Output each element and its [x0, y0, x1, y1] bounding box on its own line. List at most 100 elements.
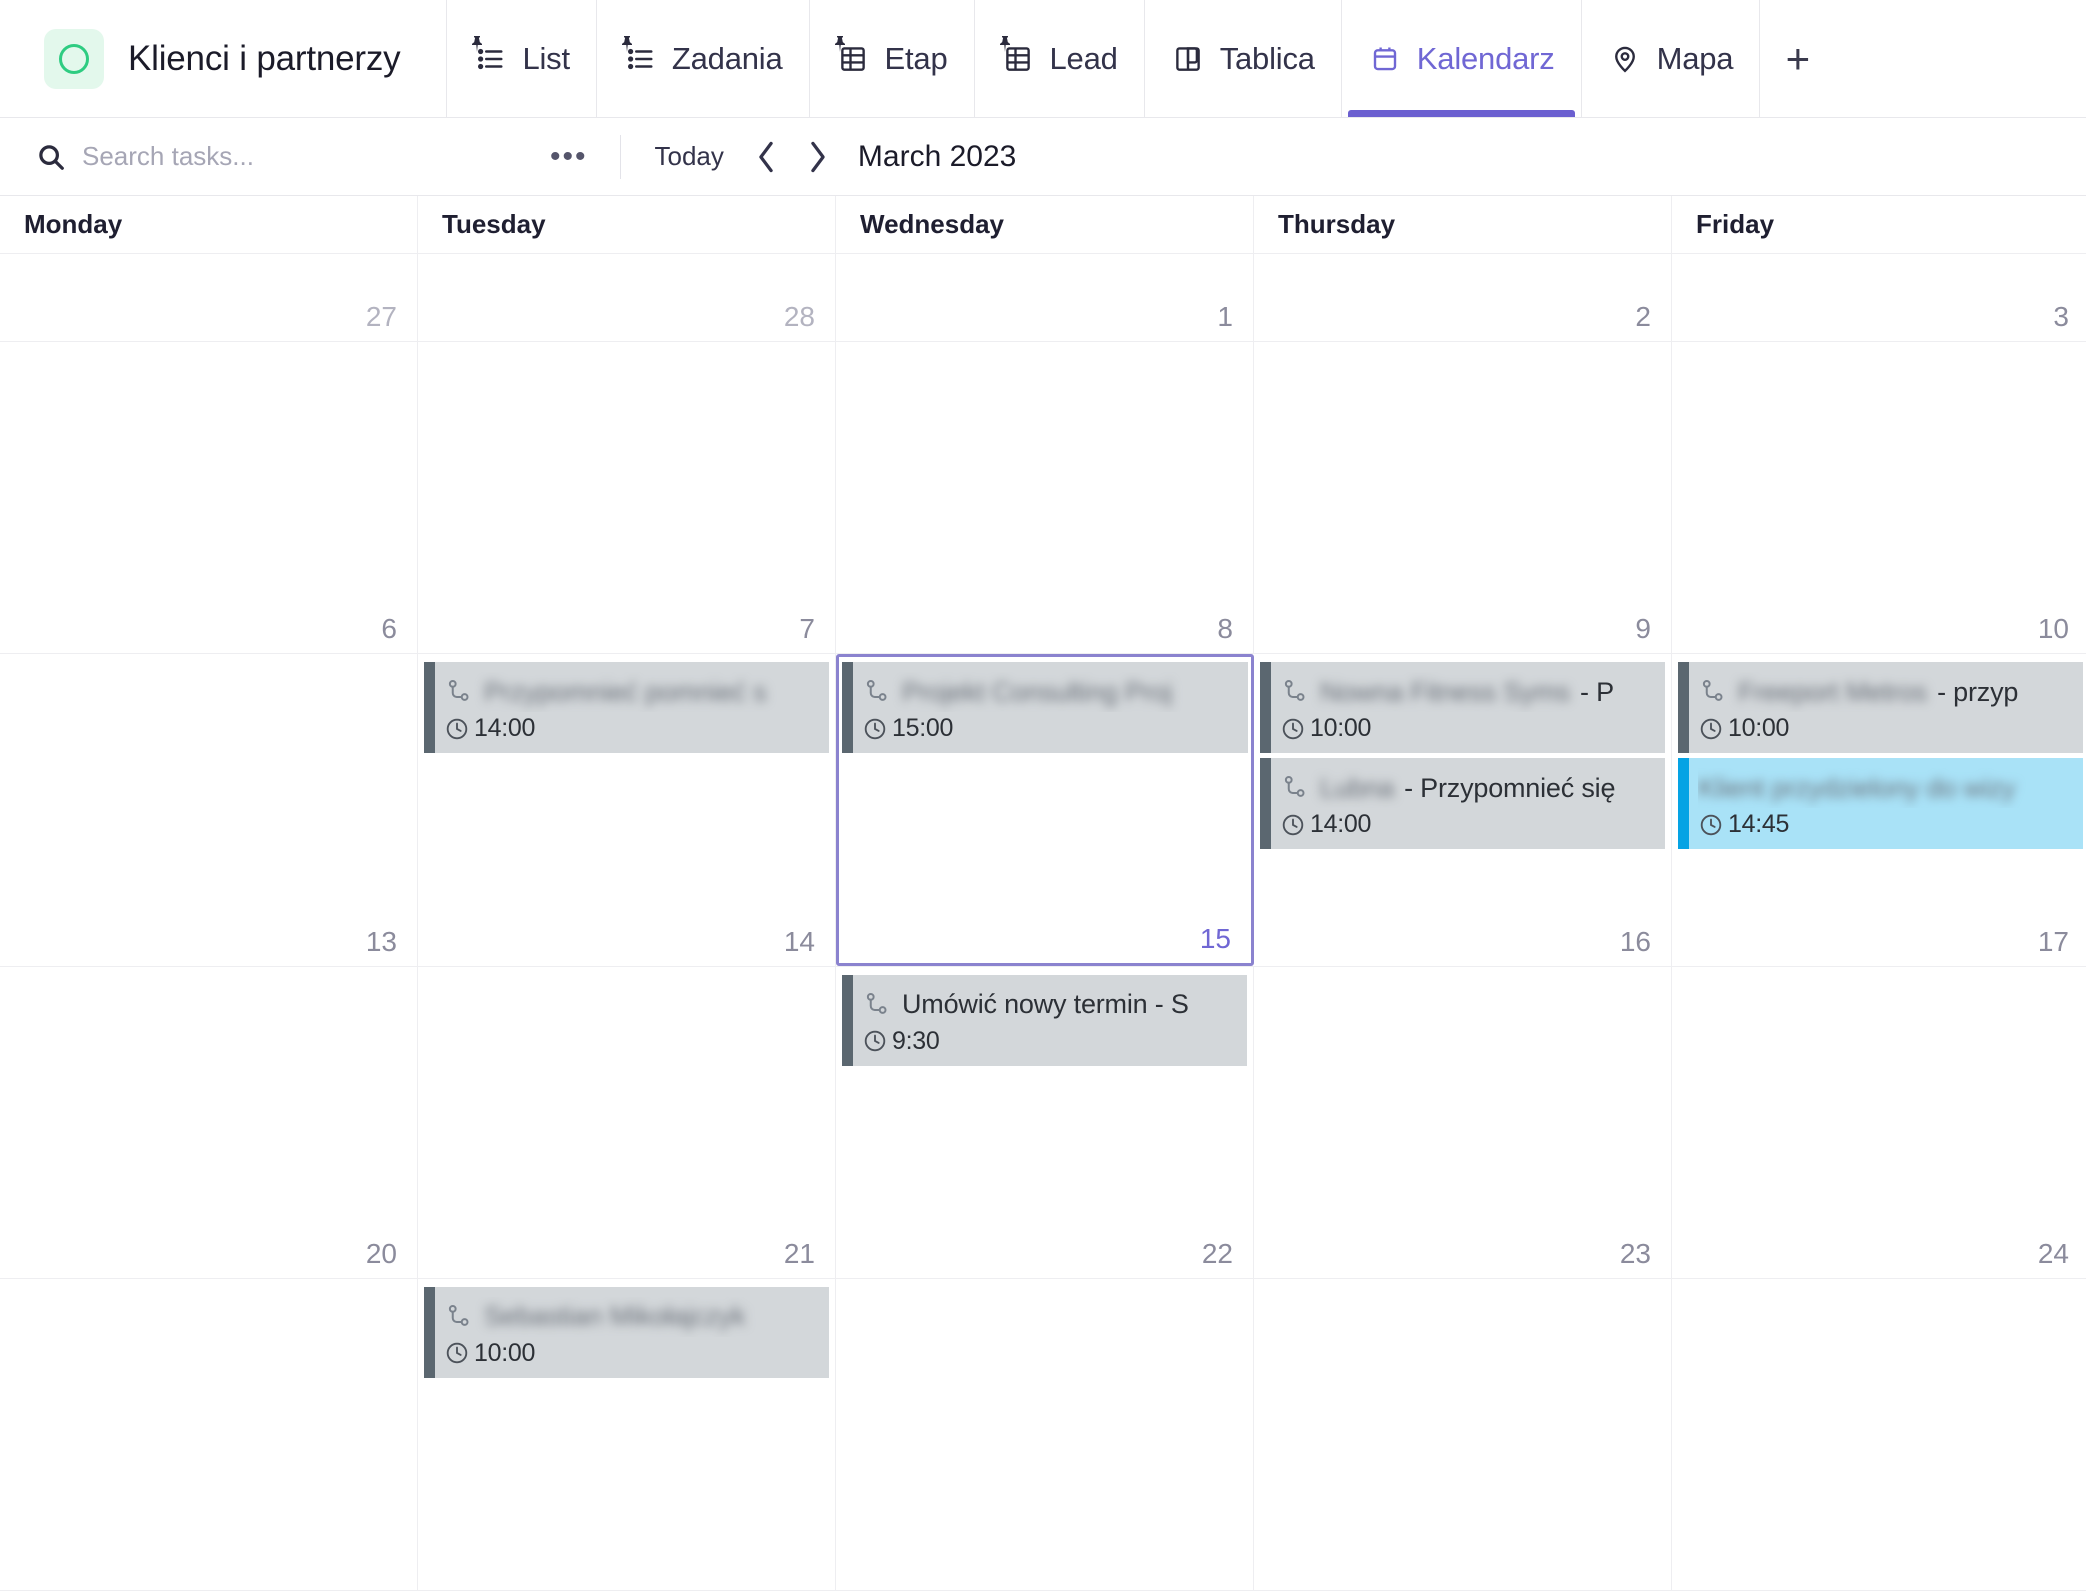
weekday-header-tuesday: Tuesday [418, 196, 836, 253]
more-options-button[interactable]: ••• [536, 141, 602, 171]
view-tabs: List Zadania Etap Lead Tablica Kalendarz… [446, 0, 1759, 117]
tab-zadania[interactable]: Zadania [595, 0, 809, 117]
clock-icon [1698, 716, 1724, 742]
day-number: 28 [783, 301, 815, 332]
day-cell[interactable] [836, 1278, 1254, 1590]
calendar-event-card[interactable]: Przypomnieć pomnieć s 14:00 [424, 662, 829, 754]
event-title-suffix: - Przypomnieć się [1404, 772, 1616, 803]
event-time: 10:00 [1728, 714, 1790, 743]
calendar-event-card[interactable]: Lubna - Przypomnieć się 14:00 [1260, 758, 1665, 850]
day-events: Projekt Consulting Proj 15:00 [842, 662, 1248, 754]
event-time-row: 10:00 [1280, 714, 1657, 743]
day-cell[interactable]: 7 [418, 342, 836, 654]
event-title-row: Lubna - Przypomnieć się [1280, 768, 1657, 808]
calendar-event-card[interactable]: Projekt Consulting Proj 15:00 [842, 662, 1248, 754]
next-period-button[interactable] [792, 131, 844, 183]
day-cell[interactable]: 6 [0, 342, 418, 654]
day-cell[interactable]: 9 [1254, 342, 1672, 654]
weekday-header-thursday: Thursday [1254, 196, 1672, 253]
day-cell[interactable]: 8 [836, 342, 1254, 654]
day-number: 8 [1217, 613, 1233, 645]
tab-kalendarz[interactable]: Kalendarz [1340, 0, 1581, 117]
today-button[interactable]: Today [639, 135, 740, 178]
day-events: Nowna Fitness Syms - P 10:00 Lubna - Prz… [1260, 662, 1665, 850]
day-number: 3 [2053, 301, 2069, 332]
tab-label: Kalendarz [1416, 40, 1555, 76]
tab-tablica[interactable]: Tablica [1143, 0, 1341, 117]
calendar-event-card[interactable]: Freeport Metros - przyp 10:00 [1678, 662, 2083, 754]
day-number: 20 [365, 1237, 397, 1269]
calendar-event-card[interactable]: Sebastian Mikołajczyk 10:00 [424, 1286, 829, 1378]
subtask-icon [862, 677, 892, 707]
clock-icon [862, 716, 888, 742]
day-number: 16 [1619, 925, 1651, 957]
clock-icon [1280, 812, 1306, 838]
day-cell[interactable]: Sebastian Mikołajczyk 10:00 [418, 1278, 836, 1590]
day-cell-today[interactable]: Projekt Consulting Proj 15:00 15 [836, 654, 1254, 966]
tab-mapa[interactable]: Mapa [1580, 0, 1760, 117]
space-brand[interactable]: Klienci i partnerzy [44, 28, 420, 89]
day-number: 15 [1199, 922, 1231, 954]
day-number: 22 [1201, 1237, 1233, 1269]
event-title-row: Projekt Consulting Proj [862, 672, 1240, 712]
day-events: Umówić nowy termin - S 9:30 [842, 974, 1247, 1066]
event-title: Nowna Fitness Syms [1320, 676, 1570, 707]
search-box[interactable] [36, 141, 476, 172]
calendar-event-card[interactable]: Umówić nowy termin - S 9:30 [842, 974, 1247, 1066]
day-number: 10 [2037, 613, 2069, 645]
day-cell[interactable]: 1 [836, 254, 1254, 341]
day-cell[interactable]: 2 [1254, 254, 1672, 341]
day-events: Przypomnieć pomnieć s 14:00 [424, 662, 829, 754]
weekday-header-monday: Monday [0, 196, 418, 253]
event-time-row: 14:45 [1698, 810, 2075, 839]
event-title: Lubna [1320, 772, 1395, 803]
event-time-row: 9:30 [862, 1027, 1239, 1056]
calendar-event-card[interactable]: Klient przydzielony do wizy 14:45 [1678, 758, 2083, 850]
day-cell[interactable]: Freeport Metros - przyp 10:00 Klient przy… [1672, 654, 2086, 965]
day-cell[interactable]: 13 [0, 654, 418, 966]
day-cell[interactable]: 20 [0, 966, 418, 1278]
table-view-icon [834, 35, 870, 79]
event-time: 14:45 [1728, 810, 1790, 839]
day-cell[interactable] [0, 1278, 418, 1590]
day-number: 23 [1619, 1237, 1651, 1269]
day-cell[interactable] [1672, 1279, 2086, 1590]
day-number: 17 [2037, 925, 2069, 957]
event-time-row: 14:00 [1280, 810, 1657, 839]
tab-list[interactable]: List [446, 0, 595, 117]
board-view-icon [1171, 39, 1205, 79]
day-number: 2 [1635, 301, 1651, 332]
day-cell[interactable]: 24 [1672, 967, 2086, 1278]
tab-label: Etap [884, 40, 948, 76]
calendar-event-card[interactable]: Nowna Fitness Syms - P 10:00 [1260, 662, 1665, 754]
event-title: Projekt Consulting Proj [902, 676, 1173, 707]
search-input[interactable] [82, 141, 476, 172]
event-title-row: Umówić nowy termin - S [862, 985, 1239, 1025]
add-view-button[interactable]: + [1759, 0, 1835, 117]
current-period-label: March 2023 [857, 139, 1017, 173]
day-cell[interactable]: Nowna Fitness Syms - P 10:00 Lubna - Prz… [1254, 654, 1672, 966]
day-cell[interactable]: 10 [1672, 342, 2086, 653]
event-title-row: Sebastian Mikołajczyk [444, 1297, 821, 1337]
day-cell[interactable] [1254, 1278, 1672, 1590]
day-number: 21 [783, 1237, 815, 1269]
map-pin-icon [1608, 39, 1642, 79]
day-cell[interactable]: Umówić nowy termin - S 9:30 22 [836, 966, 1254, 1278]
day-cell[interactable]: Przypomnieć pomnieć s 14:00 14 [418, 654, 836, 966]
day-cell[interactable]: 21 [418, 966, 836, 1278]
day-cell[interactable]: 27 [0, 254, 418, 341]
tab-etap[interactable]: Etap [808, 0, 974, 117]
tab-lead[interactable]: Lead [973, 0, 1144, 117]
prev-period-button[interactable] [740, 131, 792, 183]
day-cell[interactable]: 3 [1672, 254, 2086, 341]
subtask-icon [1280, 677, 1310, 707]
day-cell[interactable]: 23 [1254, 966, 1672, 1278]
day-cell[interactable]: 28 [418, 254, 836, 341]
top-tab-bar: Klienci i partnerzy List Zadania Etap Le… [0, 0, 2086, 118]
search-icon [36, 142, 66, 172]
calendar-week-row: 27 28 1 2 3 [0, 254, 2086, 342]
event-title-row: Nowna Fitness Syms - P [1280, 672, 1657, 712]
event-title-suffix: - P [1579, 676, 1614, 707]
event-title-row: Freeport Metros - przyp [1698, 672, 2075, 712]
day-number: 7 [799, 613, 815, 645]
